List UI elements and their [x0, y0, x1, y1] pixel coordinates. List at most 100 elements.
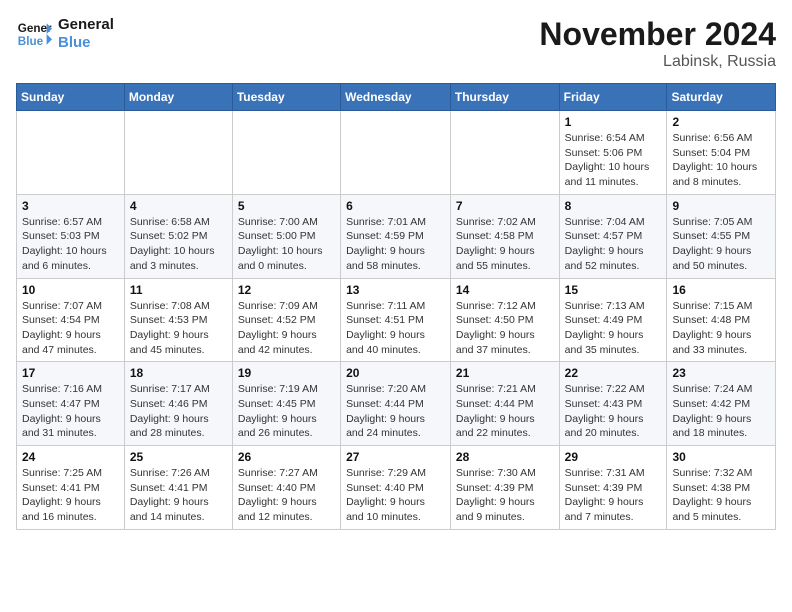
day-number: 9 — [672, 199, 770, 213]
day-info: Sunrise: 7:27 AM Sunset: 4:40 PM Dayligh… — [238, 466, 335, 525]
day-info: Sunrise: 7:15 AM Sunset: 4:48 PM Dayligh… — [672, 299, 770, 358]
calendar-day-cell: 22 Sunrise: 7:22 AM Sunset: 4:43 PM Dayli… — [559, 362, 667, 446]
day-number: 2 — [672, 115, 770, 129]
calendar-day-cell: 26 Sunrise: 7:27 AM Sunset: 4:40 PM Dayli… — [232, 446, 340, 530]
day-number: 19 — [238, 366, 335, 380]
calendar-day-cell: 10 Sunrise: 7:07 AM Sunset: 4:54 PM Dayli… — [17, 278, 125, 362]
day-number: 27 — [346, 450, 445, 464]
calendar-day-cell: 4 Sunrise: 6:58 AM Sunset: 5:02 PM Daylig… — [124, 194, 232, 278]
day-number: 16 — [672, 283, 770, 297]
calendar-day-cell — [124, 111, 232, 195]
month-title: November 2024 — [539, 16, 776, 53]
calendar-week-row: 3 Sunrise: 6:57 AM Sunset: 5:03 PM Daylig… — [17, 194, 776, 278]
logo-icon: General Blue — [16, 16, 52, 52]
calendar-day-cell: 19 Sunrise: 7:19 AM Sunset: 4:45 PM Dayli… — [232, 362, 340, 446]
day-info: Sunrise: 7:19 AM Sunset: 4:45 PM Dayligh… — [238, 382, 335, 441]
day-info: Sunrise: 6:57 AM Sunset: 5:03 PM Dayligh… — [22, 215, 119, 274]
day-info: Sunrise: 7:30 AM Sunset: 4:39 PM Dayligh… — [456, 466, 554, 525]
day-number: 28 — [456, 450, 554, 464]
day-number: 26 — [238, 450, 335, 464]
calendar-day-cell: 7 Sunrise: 7:02 AM Sunset: 4:58 PM Daylig… — [450, 194, 559, 278]
day-info: Sunrise: 7:21 AM Sunset: 4:44 PM Dayligh… — [456, 382, 554, 441]
day-of-week-header: Tuesday — [232, 84, 340, 111]
calendar-day-cell: 1Sunrise: 6:54 AM Sunset: 5:06 PM Daylig… — [559, 111, 667, 195]
calendar-day-cell — [341, 111, 451, 195]
day-info: Sunrise: 7:13 AM Sunset: 4:49 PM Dayligh… — [565, 299, 662, 358]
calendar-day-cell: 9 Sunrise: 7:05 AM Sunset: 4:55 PM Daylig… — [667, 194, 776, 278]
day-info: Sunrise: 7:26 AM Sunset: 4:41 PM Dayligh… — [130, 466, 227, 525]
calendar-day-cell: 29 Sunrise: 7:31 AM Sunset: 4:39 PM Dayli… — [559, 446, 667, 530]
calendar-day-cell: 27 Sunrise: 7:29 AM Sunset: 4:40 PM Dayli… — [341, 446, 451, 530]
calendar-day-cell: 8Sunrise: 7:04 AM Sunset: 4:57 PM Daylig… — [559, 194, 667, 278]
day-number: 7 — [456, 199, 554, 213]
logo-line1: General — [58, 16, 114, 34]
day-number: 13 — [346, 283, 445, 297]
calendar-day-cell: 25 Sunrise: 7:26 AM Sunset: 4:41 PM Dayli… — [124, 446, 232, 530]
day-number: 24 — [22, 450, 119, 464]
day-number: 22 — [565, 366, 662, 380]
day-number: 29 — [565, 450, 662, 464]
day-info: Sunrise: 7:22 AM Sunset: 4:43 PM Dayligh… — [565, 382, 662, 441]
day-number: 30 — [672, 450, 770, 464]
calendar-header-row: SundayMondayTuesdayWednesdayThursdayFrid… — [17, 84, 776, 111]
day-number: 5 — [238, 199, 335, 213]
calendar-week-row: 10 Sunrise: 7:07 AM Sunset: 4:54 PM Dayli… — [17, 278, 776, 362]
day-info: Sunrise: 7:32 AM Sunset: 4:38 PM Dayligh… — [672, 466, 770, 525]
calendar-day-cell: 28 Sunrise: 7:30 AM Sunset: 4:39 PM Dayli… — [450, 446, 559, 530]
day-of-week-header: Wednesday — [341, 84, 451, 111]
day-info: Sunrise: 6:58 AM Sunset: 5:02 PM Dayligh… — [130, 215, 227, 274]
calendar-table: SundayMondayTuesdayWednesdayThursdayFrid… — [16, 83, 776, 530]
day-number: 1 — [565, 115, 662, 129]
calendar-day-cell: 3 Sunrise: 6:57 AM Sunset: 5:03 PM Daylig… — [17, 194, 125, 278]
day-number: 17 — [22, 366, 119, 380]
day-info: Sunrise: 7:31 AM Sunset: 4:39 PM Dayligh… — [565, 466, 662, 525]
day-number: 4 — [130, 199, 227, 213]
day-number: 12 — [238, 283, 335, 297]
calendar-day-cell: 20 Sunrise: 7:20 AM Sunset: 4:44 PM Dayli… — [341, 362, 451, 446]
calendar-day-cell — [232, 111, 340, 195]
day-info: Sunrise: 7:12 AM Sunset: 4:50 PM Dayligh… — [456, 299, 554, 358]
calendar-week-row: 17Sunrise: 7:16 AM Sunset: 4:47 PM Dayli… — [17, 362, 776, 446]
logo-line2: Blue — [58, 34, 114, 52]
day-info: Sunrise: 7:05 AM Sunset: 4:55 PM Dayligh… — [672, 215, 770, 274]
day-of-week-header: Friday — [559, 84, 667, 111]
day-number: 8 — [565, 199, 662, 213]
day-number: 3 — [22, 199, 119, 213]
day-number: 25 — [130, 450, 227, 464]
calendar-day-cell: 14 Sunrise: 7:12 AM Sunset: 4:50 PM Dayli… — [450, 278, 559, 362]
day-info: Sunrise: 7:09 AM Sunset: 4:52 PM Dayligh… — [238, 299, 335, 358]
day-number: 21 — [456, 366, 554, 380]
day-number: 23 — [672, 366, 770, 380]
day-of-week-header: Saturday — [667, 84, 776, 111]
calendar-day-cell: 18 Sunrise: 7:17 AM Sunset: 4:46 PM Dayli… — [124, 362, 232, 446]
day-number: 10 — [22, 283, 119, 297]
calendar-day-cell: 16 Sunrise: 7:15 AM Sunset: 4:48 PM Dayli… — [667, 278, 776, 362]
day-number: 14 — [456, 283, 554, 297]
location: Labinsk, Russia — [539, 53, 776, 71]
page-header: General Blue General Blue November 2024 … — [16, 16, 776, 71]
day-info: Sunrise: 7:20 AM Sunset: 4:44 PM Dayligh… — [346, 382, 445, 441]
calendar-day-cell: 12 Sunrise: 7:09 AM Sunset: 4:52 PM Dayli… — [232, 278, 340, 362]
calendar-day-cell: 17Sunrise: 7:16 AM Sunset: 4:47 PM Dayli… — [17, 362, 125, 446]
calendar-day-cell — [17, 111, 125, 195]
day-info: Sunrise: 7:11 AM Sunset: 4:51 PM Dayligh… — [346, 299, 445, 358]
calendar-day-cell: 11Sunrise: 7:08 AM Sunset: 4:53 PM Dayli… — [124, 278, 232, 362]
title-block: November 2024 Labinsk, Russia — [539, 16, 776, 71]
day-info: Sunrise: 7:07 AM Sunset: 4:54 PM Dayligh… — [22, 299, 119, 358]
day-info: Sunrise: 7:17 AM Sunset: 4:46 PM Dayligh… — [130, 382, 227, 441]
day-info: Sunrise: 7:29 AM Sunset: 4:40 PM Dayligh… — [346, 466, 445, 525]
calendar-day-cell: 2Sunrise: 6:56 AM Sunset: 5:04 PM Daylig… — [667, 111, 776, 195]
day-of-week-header: Sunday — [17, 84, 125, 111]
day-number: 20 — [346, 366, 445, 380]
day-number: 15 — [565, 283, 662, 297]
day-info: Sunrise: 7:02 AM Sunset: 4:58 PM Dayligh… — [456, 215, 554, 274]
calendar-day-cell: 13 Sunrise: 7:11 AM Sunset: 4:51 PM Dayli… — [341, 278, 451, 362]
calendar-week-row: 24Sunrise: 7:25 AM Sunset: 4:41 PM Dayli… — [17, 446, 776, 530]
day-info: Sunrise: 7:08 AM Sunset: 4:53 PM Dayligh… — [130, 299, 227, 358]
day-info: Sunrise: 7:24 AM Sunset: 4:42 PM Dayligh… — [672, 382, 770, 441]
day-number: 18 — [130, 366, 227, 380]
calendar-day-cell: 24Sunrise: 7:25 AM Sunset: 4:41 PM Dayli… — [17, 446, 125, 530]
calendar-day-cell — [450, 111, 559, 195]
svg-text:Blue: Blue — [18, 35, 44, 48]
day-of-week-header: Thursday — [450, 84, 559, 111]
